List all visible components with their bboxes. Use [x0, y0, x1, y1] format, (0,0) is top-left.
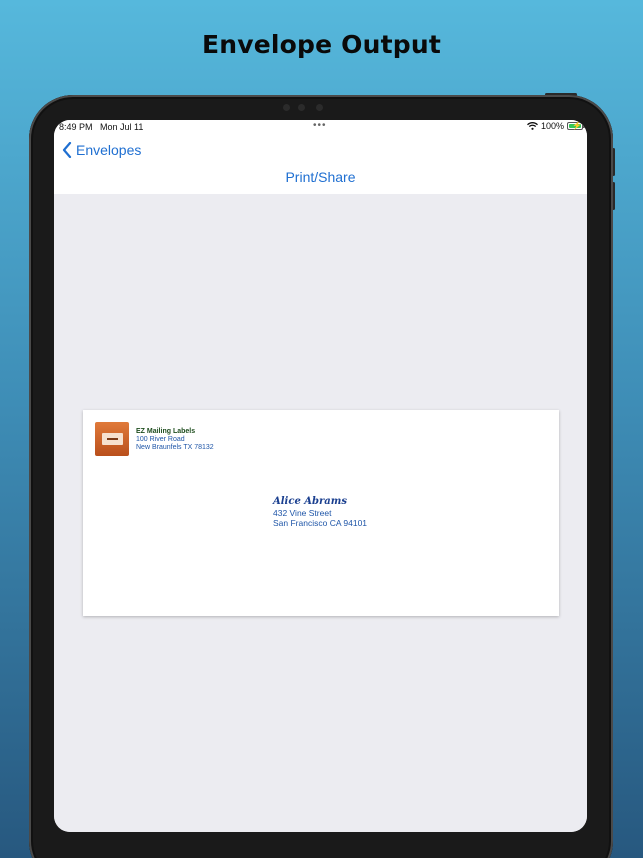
print-share-button[interactable]: Print/Share: [54, 169, 587, 185]
logo-card: [102, 433, 123, 445]
sensor-icon: [316, 104, 323, 111]
wifi-icon: [527, 122, 538, 130]
back-label: Envelopes: [76, 142, 142, 158]
recipient-line-2: San Francisco CA 94101: [273, 518, 368, 528]
promo-headline: Envelope Output: [201, 30, 442, 59]
recipient-address: Alice Abrams 432 Vine Street San Francis…: [273, 496, 368, 529]
return-line-2: New Braunfels TX 78132: [136, 444, 214, 451]
battery-cap: [583, 125, 585, 128]
camera-icon: [298, 104, 305, 111]
status-date: Mon Jul 11: [100, 122, 144, 132]
envelope-logo-icon: [95, 422, 129, 456]
battery-charging-icon: ⚡: [567, 121, 585, 130]
recipient-line-1: 432 Vine Street: [273, 508, 332, 518]
bolt-icon: ⚡: [572, 121, 582, 130]
return-address: EZ Mailing Labels 100 River Road New Bra…: [136, 428, 214, 452]
return-line-1: 100 River Road: [136, 436, 185, 443]
tablet-screen: 8:49 PM Mon Jul 11 ••• 100% ⚡ Envelopes …: [54, 120, 587, 832]
chevron-left-icon: [62, 142, 72, 158]
preview-area: EZ Mailing Labels 100 River Road New Bra…: [54, 194, 587, 832]
status-bar: 8:49 PM Mon Jul 11 ••• 100% ⚡: [54, 120, 587, 136]
sensor-icon: [283, 104, 290, 111]
three-dots-icon[interactable]: •••: [313, 120, 327, 131]
recipient-name: Alice Abrams: [273, 496, 347, 507]
envelope-preview: EZ Mailing Labels 100 River Road New Bra…: [83, 410, 559, 616]
status-time: 8:49 PM: [59, 122, 93, 132]
back-button[interactable]: Envelopes: [62, 142, 141, 158]
battery-percent: 100%: [540, 121, 564, 131]
return-name: EZ Mailing Labels: [136, 428, 196, 435]
navigation-bar: Envelopes Print/Share: [54, 136, 587, 194]
status-indicators: 100% ⚡: [527, 121, 585, 131]
